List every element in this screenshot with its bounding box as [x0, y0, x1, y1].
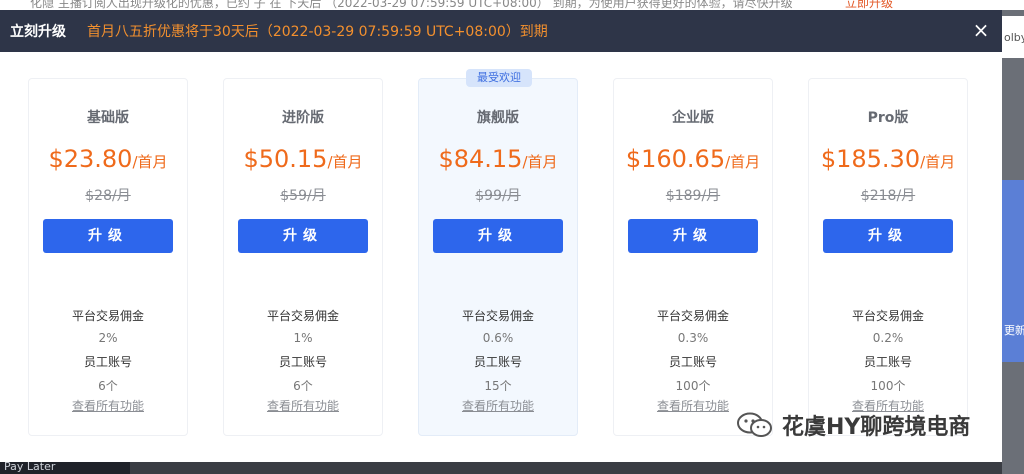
- plan-price-amount: $84.15: [438, 145, 523, 173]
- plan-price-unit: /首月: [725, 153, 761, 171]
- plan-price: $23.80/首月: [29, 145, 187, 173]
- modal-header: 立刻升级 首月八五折优惠将于30天后（2022-03-29 07:59:59 U…: [0, 10, 1002, 52]
- plan-original-price: $28/月: [85, 188, 131, 204]
- fee-value: 0.3%: [677, 331, 709, 345]
- view-all-features-link[interactable]: 查看所有功能: [29, 397, 187, 414]
- plan-name: 企业版: [672, 110, 714, 126]
- staff-label: 员工账号: [668, 355, 717, 369]
- view-all-features-link[interactable]: 查看所有功能: [224, 397, 382, 414]
- fee-label: 平台交易佣金: [656, 309, 729, 323]
- upgrade-button-enterprise[interactable]: 升级: [628, 219, 758, 253]
- plan-card-advanced: 进阶版 $50.15/首月 $59/月 升级 平台交易佣金 1% 员工账号 6个…: [223, 78, 383, 436]
- plan-card-enterprise: 企业版 $160.65/首月 $189/月 升级 平台交易佣金 0.3% 员工账…: [613, 78, 773, 436]
- background-notice-link[interactable]: 立即升级: [845, 0, 893, 10]
- plan-price: $84.15/首月: [419, 145, 577, 173]
- plan-card-flagship: 最受欢迎 旗舰版 $84.15/首月 $99/月 升级 平台交易佣金 0.6% …: [418, 69, 578, 436]
- plan-price: $50.15/首月: [224, 145, 382, 173]
- background-notice-text: 化隐 主播订阅人出现升级化的优惠，已约 子 在 下天后 （2022-03-29 …: [30, 0, 793, 10]
- plan-name: Pro版: [867, 110, 909, 126]
- modal-title: 立刻升级: [10, 24, 66, 40]
- plan-name: 旗舰版: [477, 110, 519, 126]
- close-icon[interactable]: ×: [970, 19, 992, 41]
- staff-value: 100个: [675, 379, 711, 393]
- background-right-text: olby: [1004, 31, 1024, 44]
- staff-value: 6个: [98, 379, 118, 393]
- background-right-link[interactable]: 更新: [1004, 322, 1024, 338]
- plan-price-amount: $160.65: [625, 145, 726, 173]
- fee-label: 平台交易佣金: [851, 309, 924, 323]
- wechat-icon: [736, 412, 774, 438]
- plan-name: 进阶版: [282, 110, 324, 126]
- upgrade-button-basic[interactable]: 升级: [43, 219, 173, 253]
- plan-price-amount: $185.30: [820, 145, 921, 173]
- staff-value: 100个: [870, 379, 906, 393]
- plan-original-price: $59/月: [280, 188, 326, 204]
- background-bottom-bar: Pay Later: [0, 462, 130, 474]
- plan-card-pro: Pro版 $185.30/首月 $218/月 升级 平台交易佣金 0.2% 员工…: [808, 78, 968, 436]
- staff-label: 员工账号: [83, 355, 132, 369]
- plan-price-unit: /首月: [327, 153, 363, 171]
- fee-value: 0.6%: [482, 331, 514, 345]
- most-popular-badge: 最受欢迎: [466, 69, 532, 87]
- staff-label: 员工账号: [473, 355, 522, 369]
- plan-card-basic: 基础版 $23.80/首月 $28/月 升级 平台交易佣金 2% 员工账号 6个…: [28, 78, 188, 436]
- background-notice-bar: 化隐 主播订阅人出现升级化的优惠，已约 子 在 下天后 （2022-03-29 …: [0, 0, 1024, 10]
- fee-value: 1%: [293, 331, 313, 345]
- plan-price: $185.30/首月: [809, 145, 967, 173]
- plan-price-unit: /首月: [132, 153, 168, 171]
- promo-notice: 首月八五折优惠将于30天后（2022-03-29 07:59:59 UTC+08…: [87, 24, 548, 40]
- upgrade-modal: 立刻升级 首月八五折优惠将于30天后（2022-03-29 07:59:59 U…: [0, 10, 1002, 462]
- plan-price: $160.65/首月: [614, 145, 772, 173]
- upgrade-button-flagship[interactable]: 升级: [433, 219, 563, 253]
- staff-value: 6个: [293, 379, 313, 393]
- upgrade-button-pro[interactable]: 升级: [823, 219, 953, 253]
- plan-price-unit: /首月: [920, 153, 956, 171]
- plan-price-amount: $23.80: [48, 145, 133, 173]
- view-all-features-link[interactable]: 查看所有功能: [419, 397, 577, 414]
- plan-original-price: $99/月: [475, 188, 521, 204]
- plan-price-unit: /首月: [522, 153, 558, 171]
- fee-label: 平台交易佣金: [71, 309, 144, 323]
- watermark-text: 花虞HY聊跨境电商: [782, 415, 971, 440]
- staff-value: 15个: [484, 379, 512, 393]
- upgrade-button-advanced[interactable]: 升级: [238, 219, 368, 253]
- plan-name: 基础版: [87, 110, 129, 126]
- fee-value: 0.2%: [872, 331, 904, 345]
- staff-label: 员工账号: [863, 355, 912, 369]
- background-bottom-text: Pay Later: [4, 462, 56, 473]
- plan-original-price: $189/月: [665, 188, 721, 204]
- plan-price-amount: $50.15: [243, 145, 328, 173]
- plan-original-price: $218/月: [860, 188, 916, 204]
- fee-label: 平台交易佣金: [266, 309, 339, 323]
- staff-label: 员工账号: [278, 355, 327, 369]
- fee-label: 平台交易佣金: [461, 309, 534, 323]
- fee-value: 2%: [98, 331, 118, 345]
- watermark: 花虞HY聊跨境电商: [736, 410, 970, 440]
